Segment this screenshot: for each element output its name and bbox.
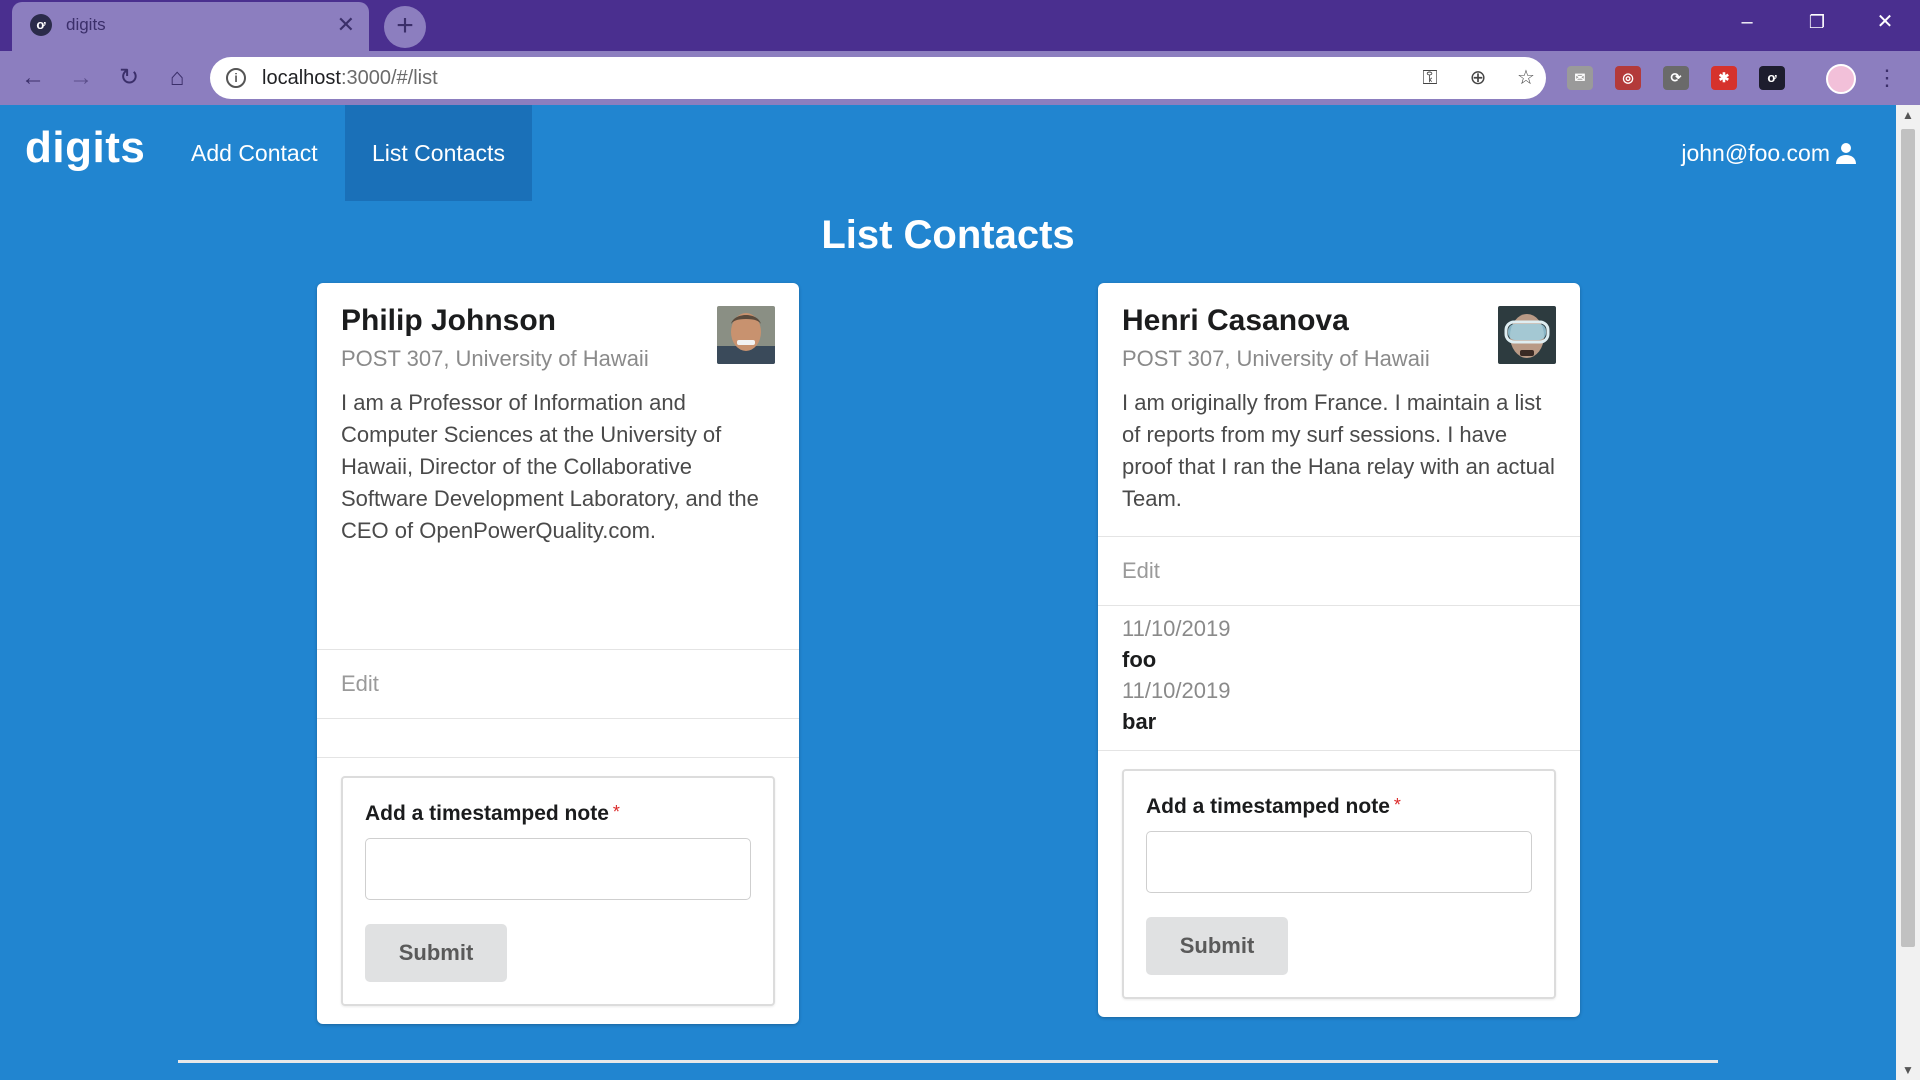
user-email: john@foo.com (1681, 140, 1830, 166)
address-bar[interactable]: i localhost:3000/#/list ⚿ ⊕ ☆ (210, 57, 1546, 99)
browser-tab-strip: ơ digits ✕ + – ❐ ✕ (0, 0, 1920, 51)
minimize-button[interactable]: – (1724, 8, 1770, 36)
back-arrow-icon[interactable]: ← (16, 61, 50, 95)
contact-photo (1498, 306, 1556, 364)
brand-logo[interactable]: digits (25, 123, 145, 173)
note-form: Add a timestamped note * Submit (341, 776, 775, 1006)
restore-button[interactable]: ❐ (1794, 8, 1840, 36)
app-extension-icon[interactable]: ơ (1759, 66, 1785, 90)
note-label-text: Add a timestamped note (1146, 795, 1390, 818)
notes-list: 11/10/2019 foo 11/10/2019 bar (1098, 606, 1580, 750)
note-label-text: Add a timestamped note (365, 802, 609, 825)
site-info-icon[interactable]: i (226, 68, 246, 88)
page-title: List Contacts (821, 213, 1075, 257)
edit-link[interactable]: Edit (1098, 537, 1580, 605)
user-icon (1836, 143, 1856, 164)
contact-address: POST 307, University of Hawaii (341, 346, 649, 371)
page-scrollbar[interactable]: ▲ ▼ (1896, 105, 1920, 1080)
tab-close-button[interactable]: ✕ (337, 12, 355, 38)
submit-button[interactable]: Submit (1146, 917, 1288, 975)
submit-button[interactable]: Submit (365, 924, 507, 982)
paw-extension-icon[interactable]: ✱ (1711, 66, 1737, 90)
contact-name: Henri Casanova (1122, 304, 1349, 337)
required-asterisk: * (612, 802, 620, 822)
note-date: 11/10/2019 (1122, 678, 1231, 703)
note-field-label: Add a timestamped note * (365, 802, 751, 826)
edit-link[interactable]: Edit (317, 650, 799, 718)
home-icon[interactable]: ⌂ (160, 61, 194, 95)
note-input[interactable] (1146, 831, 1532, 893)
notes-list (317, 719, 799, 757)
note-form-container: Add a timestamped note * Submit (317, 758, 799, 1024)
window-close-button[interactable]: ✕ (1862, 8, 1908, 36)
scroll-thumb[interactable] (1901, 129, 1915, 947)
reload-icon[interactable]: ↻ (112, 61, 146, 95)
browser-tab[interactable]: ơ digits ✕ (12, 2, 369, 51)
url-host: localhost (262, 67, 341, 89)
nav-list-contacts[interactable]: List Contacts (345, 105, 532, 201)
url-path: :3000/#/list (340, 67, 438, 89)
note-item: 11/10/2019 foo (1122, 614, 1556, 676)
forward-arrow-icon[interactable]: → (64, 61, 98, 95)
tab-title: digits (66, 15, 106, 34)
footer-divider (178, 1060, 1718, 1063)
page-viewport: digits Add Contact List Contacts john@fo… (0, 105, 1896, 1080)
new-tab-button[interactable]: + (384, 6, 426, 48)
card-content: Henri Casanova POST 307, University of H… (1098, 283, 1580, 536)
browser-menu-icon[interactable]: ⋮ (1876, 63, 1898, 93)
nav-add-contact[interactable]: Add Contact (164, 105, 345, 201)
sync-extension-icon[interactable]: ⟳ (1663, 66, 1689, 90)
required-asterisk: * (1393, 795, 1401, 815)
browser-toolbar: ← → ↻ ⌂ i localhost:3000/#/list ⚿ ⊕ ☆ ✉ … (0, 51, 1920, 105)
contact-description: I am a Professor of Information and Comp… (341, 390, 759, 543)
scroll-down-arrow-icon[interactable]: ▼ (1896, 1060, 1920, 1080)
contact-card-henri: Henri Casanova POST 307, University of H… (1098, 283, 1580, 1017)
eyes-extension-icon[interactable]: ◎ (1615, 66, 1641, 90)
note-text: bar (1122, 709, 1157, 734)
scroll-up-arrow-icon[interactable]: ▲ (1896, 105, 1920, 125)
zoom-icon[interactable]: ⊕ (1464, 64, 1492, 92)
contact-description: I am originally from France. I maintain … (1122, 390, 1555, 511)
note-date: 11/10/2019 (1122, 616, 1231, 641)
note-form-container: Add a timestamped note * Submit (1098, 751, 1580, 1017)
mail-extension-icon[interactable]: ✉ (1567, 66, 1593, 90)
note-form: Add a timestamped note * Submit (1122, 769, 1556, 999)
key-icon[interactable]: ⚿ (1416, 64, 1444, 92)
card-content: Philip Johnson POST 307, University of H… (317, 283, 799, 649)
bookmark-star-icon[interactable]: ☆ (1512, 64, 1540, 92)
user-dropdown[interactable]: john@foo.com (1681, 105, 1858, 201)
note-text: foo (1122, 647, 1157, 672)
note-field-label: Add a timestamped note * (1146, 795, 1532, 819)
top-navbar: digits Add Contact List Contacts john@fo… (0, 105, 1896, 201)
url-text[interactable]: localhost:3000/#/list (262, 67, 438, 90)
profile-avatar[interactable] (1826, 64, 1856, 94)
contact-name: Philip Johnson (341, 304, 556, 337)
contact-photo (717, 306, 775, 364)
contact-address: POST 307, University of Hawaii (1122, 346, 1430, 371)
contact-card-philip: Philip Johnson POST 307, University of H… (317, 283, 799, 1024)
note-input[interactable] (365, 838, 751, 900)
app-favicon-icon: ơ (30, 14, 52, 36)
note-item: 11/10/2019 bar (1122, 676, 1556, 738)
